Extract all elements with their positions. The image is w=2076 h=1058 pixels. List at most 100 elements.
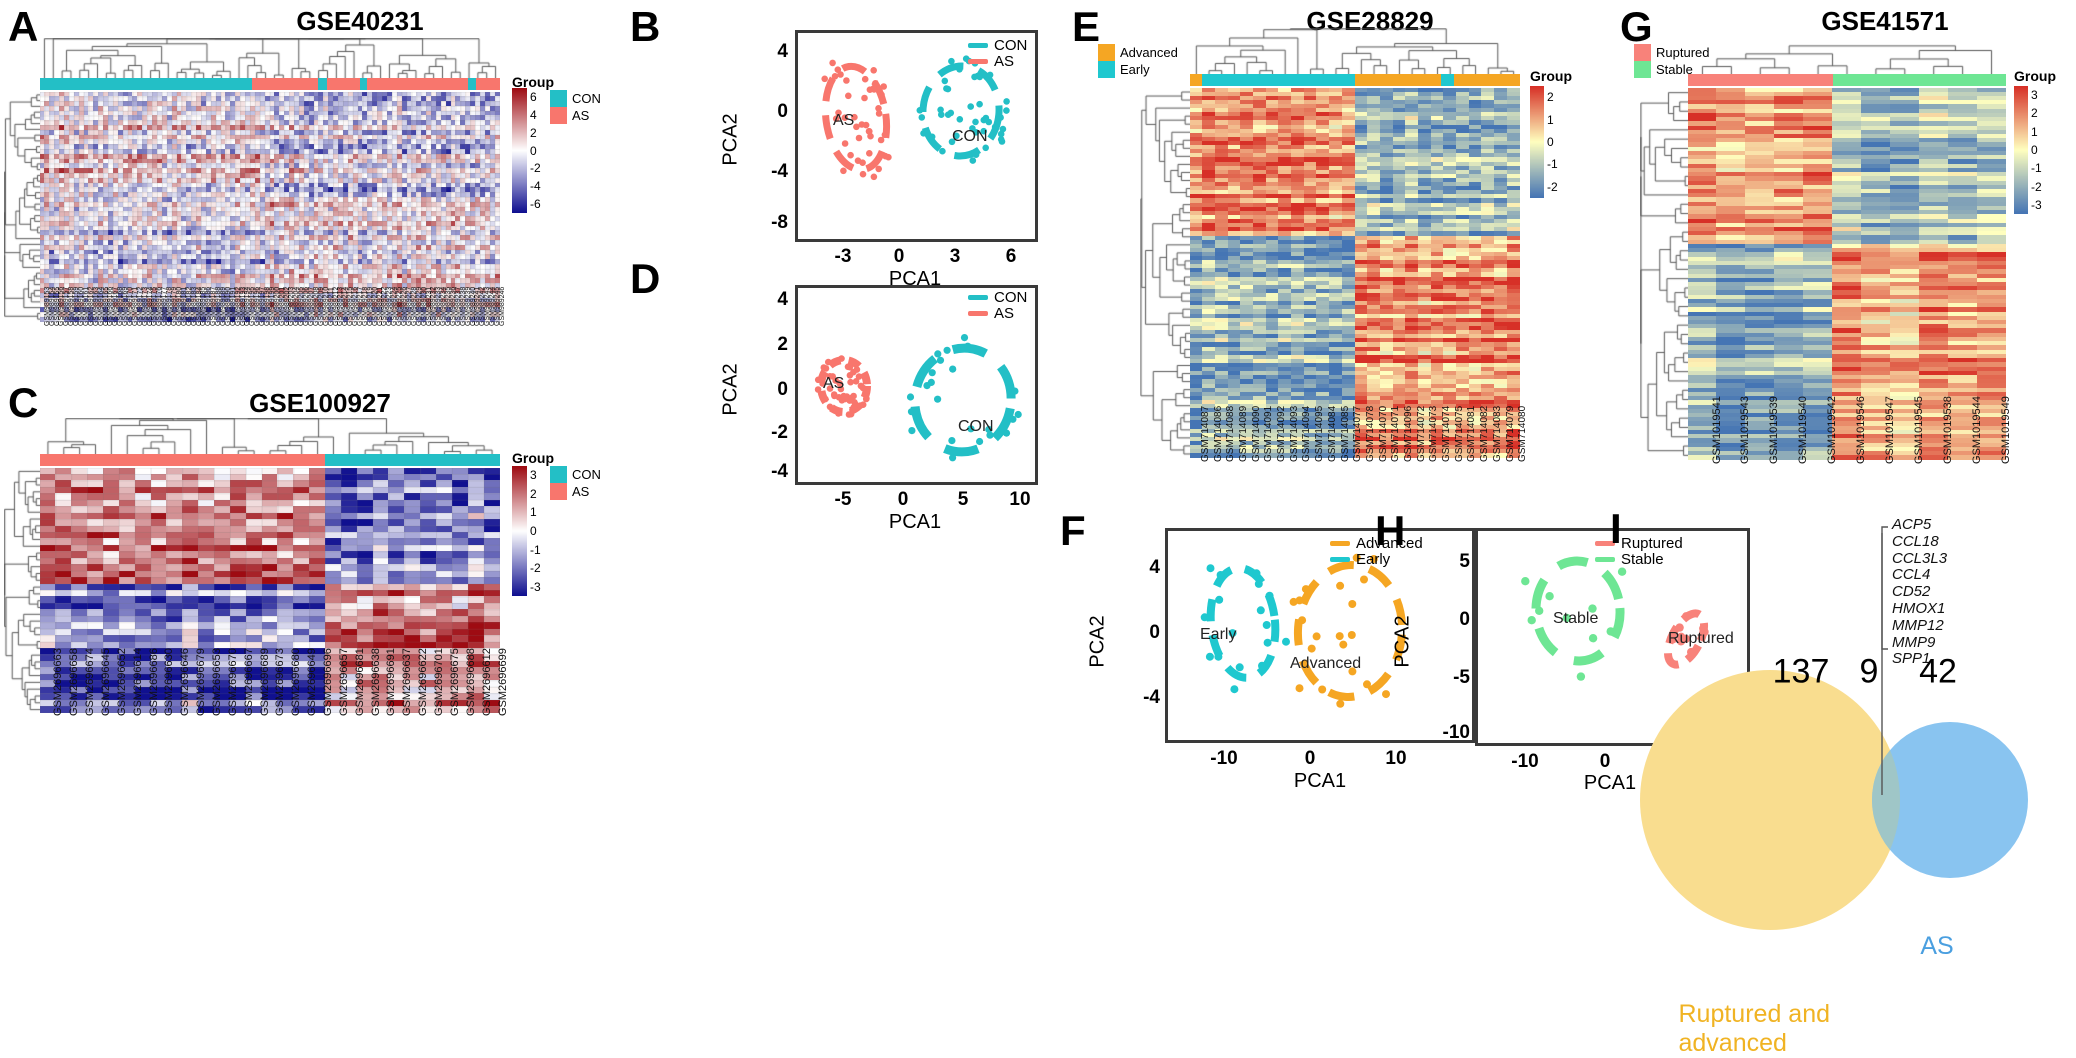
sample-label: GSM714084: [1326, 405, 1338, 462]
pca-point: [1215, 595, 1224, 604]
pca-point: [857, 382, 865, 390]
panel-b-ytick-3: -8: [771, 212, 788, 233]
pca-point: [877, 136, 885, 144]
pca-point: [948, 437, 956, 445]
pca-point: [949, 454, 957, 462]
legend-item-as: AS: [968, 304, 1027, 322]
sample-label: GSM714094: [1301, 405, 1313, 462]
colorbar-tick: 0: [530, 143, 537, 158]
colorbar-tick: 2: [1547, 90, 1554, 105]
pca-point: [1312, 632, 1321, 641]
sample-label: GSM714072: [1415, 405, 1427, 462]
sample-label: GSM1019544: [1970, 396, 1983, 464]
sample-label: GSM714086: [1212, 405, 1224, 462]
pca-point: [1256, 606, 1265, 615]
legend-label-con: CON: [994, 37, 1028, 54]
sample-label: GSM2696612: [480, 648, 493, 716]
sample-label: GSM714083: [1491, 405, 1503, 462]
panel-g-column-dendrogram: [1688, 28, 2006, 79]
annotation-segment: [40, 78, 252, 90]
sample-label: GSM714080: [1517, 405, 1529, 462]
legend-label-con: CON: [572, 466, 601, 482]
sample-label: GSM1019541: [1710, 396, 1723, 464]
pca-point: [831, 392, 838, 400]
pca-point: [843, 393, 851, 400]
pca-point: [1230, 685, 1239, 694]
pca-point: [850, 392, 857, 400]
sample-label: GSM714087: [1199, 405, 1211, 462]
legend-item-con: CON: [550, 466, 601, 483]
sample-label: GSM1019540: [1797, 396, 1810, 464]
gene-name: CCL3L3: [1892, 549, 1948, 567]
venn-count-left: 137: [1772, 652, 1830, 691]
panel-d-ytick-3: -2: [771, 422, 788, 443]
sample-label: GSM714092: [1276, 405, 1288, 462]
pca-point: [1301, 585, 1310, 594]
sample-label: GSM1019545: [1912, 396, 1925, 464]
pca-point: [916, 107, 924, 114]
sample-label: GSM714085: [1339, 405, 1351, 462]
sample-label: GSM714071: [1390, 405, 1402, 462]
pca-point: [991, 123, 999, 131]
pca-point: [1588, 634, 1598, 643]
pca-point: [855, 134, 863, 142]
panel-d-ytick-2: 0: [777, 379, 788, 400]
pca-point: [859, 159, 866, 166]
sample-label: GSM714095: [1314, 405, 1326, 462]
legend-label-con: CON: [572, 90, 601, 106]
colorbar-tick: 2: [530, 486, 537, 501]
figure-root: A GSE40231 GSM989153 GSM989154 GSM989155 GS…: [0, 0, 2076, 1057]
colorbar-tick: 2: [2031, 106, 2038, 121]
pca-point: [844, 363, 852, 371]
pca-point: [1265, 592, 1274, 601]
pca-point: [822, 365, 830, 372]
pca-point: [948, 57, 955, 65]
sample-label: GSM1019547: [1884, 396, 1896, 464]
panel-label-a: A: [8, 3, 39, 50]
pca-point: [936, 356, 945, 364]
gene-name: CCL4: [1892, 566, 1931, 584]
pca-point: [821, 75, 828, 83]
pca-point: [829, 59, 836, 67]
legend-item-early: Early: [1098, 61, 1178, 78]
panel-b-xtick-0: -3: [834, 246, 852, 267]
pca-point: [1347, 631, 1356, 639]
as-dash-icon: [968, 59, 988, 65]
sample-label: GSM2696696: [322, 648, 335, 716]
legend-label-as: AS: [994, 304, 1015, 322]
pca-point: [875, 165, 882, 173]
sample-label: GSM714081: [1466, 405, 1478, 462]
annotation-segment: [1454, 74, 1520, 86]
panel-d-ytick-0: 4: [777, 289, 788, 310]
early-swatch-icon: [1098, 61, 1115, 78]
colorbar-tick: 1: [530, 505, 537, 520]
panel-g-heatmap: [1688, 88, 2006, 460]
pca-point: [826, 403, 834, 411]
pca-point: [846, 372, 854, 379]
panel-b-ytick-2: -4: [771, 161, 788, 182]
panel-d-xtick-0: -5: [834, 489, 852, 510]
sample-label: GSM714088: [1225, 405, 1237, 462]
venn-count-right: 42: [1919, 652, 1957, 691]
venn-count-overlap: 9: [1859, 652, 1879, 691]
panel-f-yaxis-label: PCA2: [1086, 615, 1109, 668]
gene-name: HMOX1: [1892, 599, 1946, 617]
annotation-segment: [325, 454, 500, 466]
pca-point: [847, 378, 854, 386]
sample-label: GSM2696667: [242, 648, 255, 716]
sample-label: GSM1019538: [1941, 396, 1954, 464]
sample-label: GSM2696689: [258, 648, 271, 716]
pca-point: [878, 91, 885, 98]
panel-h-ytick-3: -10: [1442, 722, 1470, 743]
pca-point: [976, 100, 983, 108]
legend-item-con: CON: [968, 38, 1027, 54]
pca-cluster-ellipse: [910, 343, 1016, 457]
pca-point: [1527, 616, 1536, 625]
sample-label: GSM2696646: [179, 648, 192, 716]
sample-label: GSM714070: [1377, 405, 1389, 462]
pca-point: [906, 393, 915, 401]
sample-label: GSM2696699: [496, 648, 509, 716]
colorbar-tick: -2: [530, 161, 541, 176]
colorbar-tick: -1: [2031, 161, 2042, 176]
sample-label: GSM2696679: [195, 648, 208, 716]
